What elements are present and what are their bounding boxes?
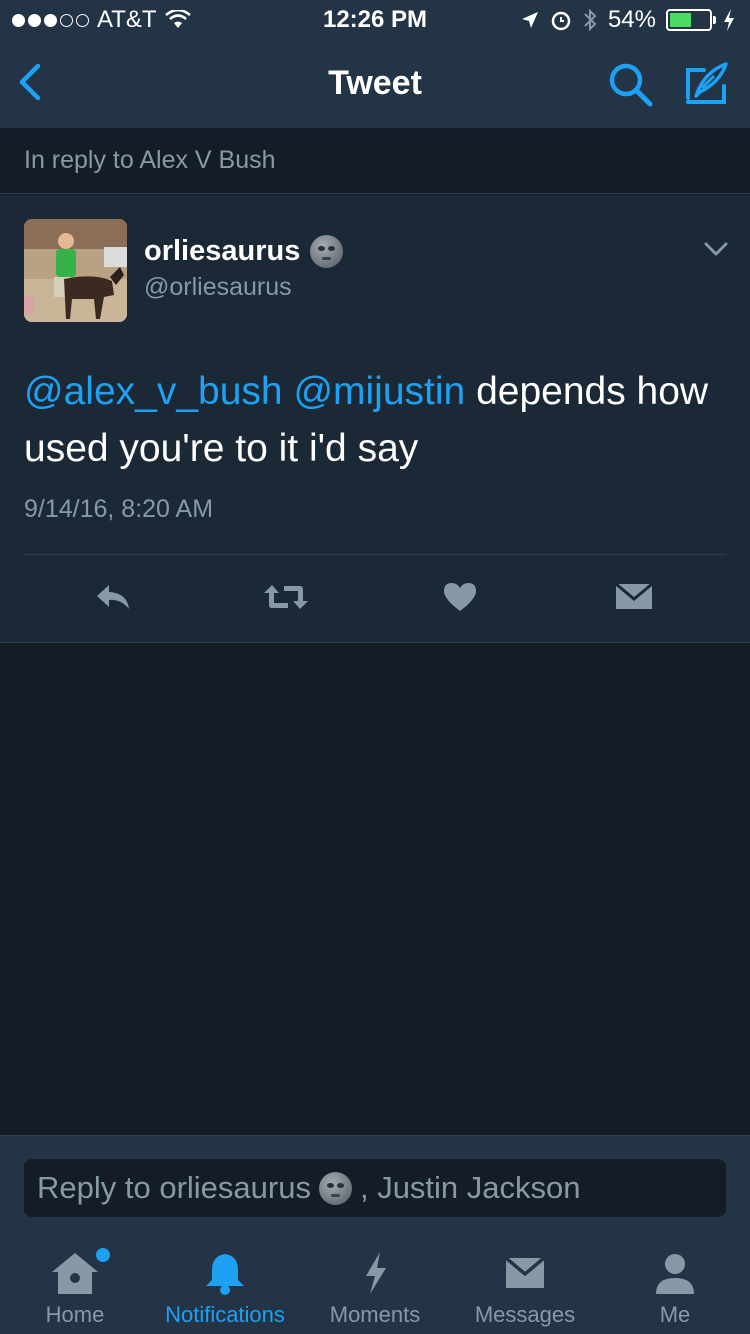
reply-placeholder-suffix: , Justin Jackson [359,1170,581,1205]
like-button[interactable] [432,575,488,619]
display-name-text: orliesaurus [144,235,301,267]
reply-input[interactable]: Reply to orliesaurus , Justin Jackson [24,1159,726,1217]
tab-label: Home [45,1302,105,1327]
chevron-down-icon[interactable] [702,239,730,259]
user-handle[interactable]: @orliesaurus [144,273,292,302]
tab-me[interactable]: Me [600,1240,750,1334]
status-bar: AT&T 12:26 PM 54% [0,0,750,40]
battery-icon [666,9,716,31]
tab-home[interactable]: Home [0,1240,150,1334]
tab-label: Moments [329,1302,421,1327]
reply-context-label: In reply to Alex V Bush [24,146,276,174]
tweet-detail-card: orliesaurus @orliesaurus @alex_v_bush @m… [0,195,750,643]
home-icon [52,1253,98,1294]
lightning-icon [366,1252,386,1294]
tab-bar: Home Notifications Moments Messages Me [0,1240,750,1334]
retweet-icon [264,585,308,609]
reply-icon [97,585,129,609]
wifi-icon [164,10,191,28]
display-name[interactable]: orliesaurus [144,235,344,268]
reply-placeholder-prefix: Reply to orliesaurus [37,1170,311,1205]
compose-tweet-icon[interactable] [682,58,732,108]
person-icon [656,1254,694,1294]
charging-bolt-icon [724,9,734,31]
carrier-label: AT&T [97,6,157,33]
tweet-text: @alex_v_bush @mijustin depends how used … [24,363,724,477]
tab-label: Me [659,1302,691,1327]
new-moon-face-emoji [318,1171,352,1205]
divider [24,554,726,555]
like-icon [444,583,476,611]
tab-moments[interactable]: Moments [300,1240,450,1334]
notification-dot [96,1248,110,1262]
tab-notifications[interactable]: Notifications [150,1240,300,1334]
avatar[interactable] [24,219,127,322]
tab-messages[interactable]: Messages [450,1240,600,1334]
retweet-button[interactable] [258,575,314,619]
mention-link[interactable]: @alex_v_bush [24,370,283,413]
status-right-group: 54% [520,6,736,34]
mention-link[interactable]: @mijustin [293,370,465,413]
direct-message-button[interactable] [606,575,662,619]
tweet-timestamp: 9/14/16, 8:20 AM [24,495,214,523]
new-moon-face-emoji [310,235,344,268]
carrier-group: AT&T [12,6,191,34]
direct-message-icon [615,582,653,609]
bell-icon [206,1254,244,1295]
envelope-icon [504,1256,546,1288]
location-arrow-icon [521,12,538,28]
avatar-photo [24,219,127,322]
alarm-icon [551,11,571,31]
search-icon[interactable] [606,60,656,108]
tab-label: Messages [474,1302,576,1327]
reply-context-bar[interactable]: In reply to Alex V Bush [0,128,750,194]
signal-strength-icon [12,13,89,27]
reply-composer-bar: Reply to orliesaurus , Justin Jackson [0,1135,750,1240]
tab-label: Notifications [165,1302,285,1327]
navigation-bar: Tweet [0,40,750,128]
battery-percent: 54% [607,6,656,33]
reply-button[interactable] [85,575,141,619]
bluetooth-icon [584,8,597,32]
